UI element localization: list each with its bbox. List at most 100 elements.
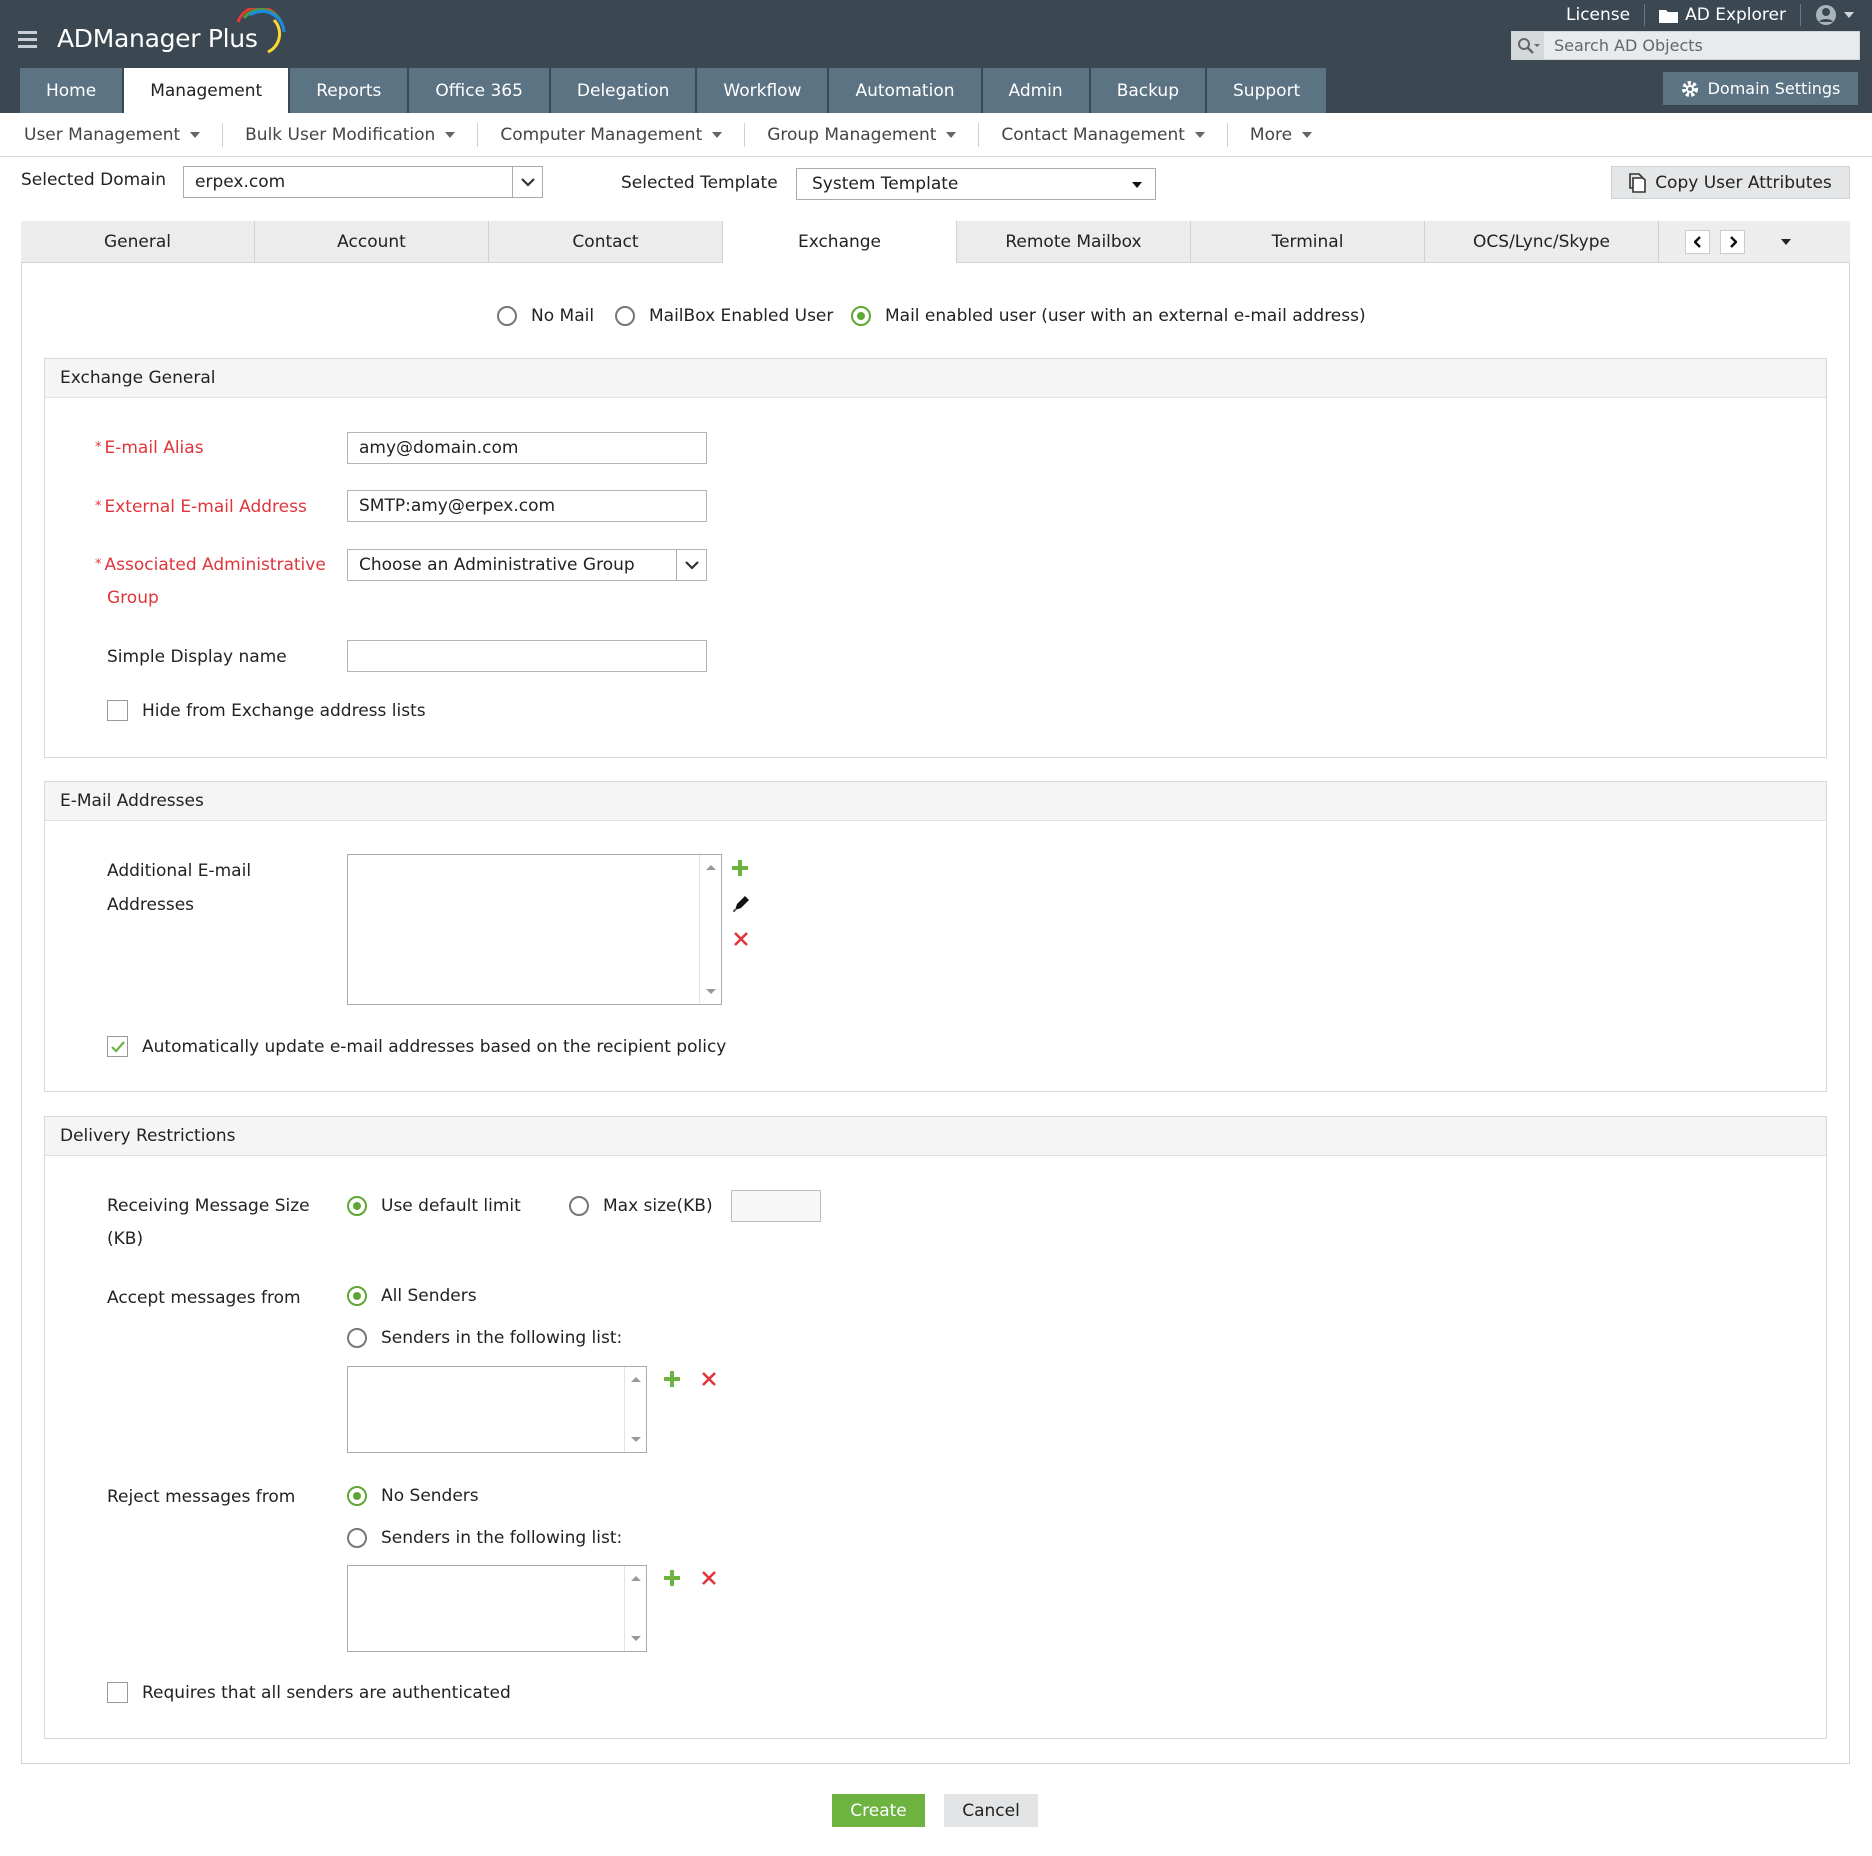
copy-icon [1629, 172, 1646, 193]
tab-exchange[interactable]: Exchange [723, 221, 957, 263]
chevron-down-icon [946, 131, 957, 138]
divider [744, 122, 746, 147]
chevron-down-icon [190, 131, 201, 138]
delete-icon[interactable] [699, 1369, 719, 1389]
subnav-group-management[interactable]: Group Management [767, 125, 957, 145]
add-icon[interactable] [730, 858, 750, 878]
scroll-up-icon[interactable] [706, 865, 716, 870]
admin-group-select[interactable]: Choose an Administrative Group [347, 549, 707, 581]
checkbox[interactable] [107, 1036, 128, 1057]
subnav-label: More [1249, 124, 1293, 145]
radio-all-senders[interactable]: All Senders [347, 1286, 477, 1306]
ad-explorer-link[interactable]: AD Explorer [1659, 5, 1786, 25]
add-icon[interactable] [662, 1369, 682, 1389]
checkbox[interactable] [107, 700, 128, 721]
nav-tab-management[interactable]: Management [124, 68, 289, 113]
require-authenticated-senders[interactable]: Requires that all senders are authentica… [107, 1682, 511, 1703]
scroll-down-icon[interactable] [631, 1636, 641, 1641]
chevron-left-icon[interactable] [1685, 229, 1710, 254]
nav-tab-workflow[interactable]: Workflow [697, 68, 828, 113]
subnav-more[interactable]: More [1249, 124, 1313, 145]
delete-icon[interactable] [699, 1568, 719, 1588]
tab-terminal[interactable]: Terminal [1191, 221, 1425, 262]
external-email-input[interactable]: SMTP:amy@erpex.com [347, 490, 707, 522]
radio-no-senders[interactable]: No Senders [347, 1486, 479, 1506]
cancel-button[interactable]: Cancel [944, 1794, 1038, 1827]
domain-settings-button[interactable]: Domain Settings [1663, 72, 1858, 105]
radio-mailbox-enabled[interactable]: MailBox Enabled User [615, 306, 833, 326]
tab-overflow-icon[interactable] [1781, 238, 1791, 245]
copy-user-attributes-button[interactable]: Copy User Attributes [1611, 166, 1850, 199]
subnav-contact-management[interactable]: Contact Management [1001, 125, 1205, 145]
nav-tab-admin[interactable]: Admin [982, 68, 1089, 113]
radio-max-size[interactable]: Max size(KB) [569, 1196, 713, 1216]
scroll-down-icon[interactable] [631, 1437, 641, 1442]
tab-ocs-lync-skype[interactable]: OCS/Lync/Skype [1425, 221, 1659, 262]
radio-circle[interactable] [347, 1286, 367, 1306]
chevron-down-icon [445, 131, 456, 138]
radio-circle[interactable] [347, 1486, 367, 1506]
additional-email-label-line2: Addresses [107, 895, 195, 915]
radio-circle[interactable] [615, 306, 635, 326]
scrollbar[interactable] [699, 855, 721, 1004]
add-icon[interactable] [662, 1568, 682, 1588]
menu-icon[interactable] [18, 31, 37, 49]
tab-account[interactable]: Account [255, 221, 489, 262]
license-link[interactable]: License [1566, 5, 1630, 25]
nav-tab-home[interactable]: Home [20, 68, 123, 113]
logo-arc-icon [236, 8, 286, 54]
radio-circle[interactable] [347, 1328, 367, 1348]
create-button[interactable]: Create [832, 1794, 925, 1827]
radio-use-default-limit[interactable]: Use default limit [347, 1196, 521, 1216]
accept-senders-list[interactable] [347, 1366, 647, 1453]
scroll-up-icon[interactable] [631, 1576, 641, 1581]
email-alias-input[interactable]: amy@domain.com [347, 432, 707, 464]
radio-circle[interactable] [347, 1528, 367, 1548]
chevron-down-icon[interactable] [676, 550, 706, 580]
nav-tab-delegation[interactable]: Delegation [550, 68, 696, 113]
scrollbar[interactable] [624, 1566, 646, 1651]
scroll-up-icon[interactable] [631, 1377, 641, 1382]
delete-icon[interactable] [731, 929, 751, 949]
nav-tab-support[interactable]: Support [1207, 68, 1327, 113]
scroll-down-icon[interactable] [706, 989, 716, 994]
nav-tab-office-365[interactable]: Office 365 [409, 68, 549, 113]
nav-tab-backup[interactable]: Backup [1090, 68, 1206, 113]
radio-reject-senders-list[interactable]: Senders in the following list: [347, 1528, 622, 1548]
search-input[interactable] [1554, 35, 1854, 56]
user-menu[interactable] [1815, 4, 1854, 26]
subnav-bulk-user-modification[interactable]: Bulk User Modification [245, 125, 456, 145]
domain-select[interactable]: erpex.com [183, 166, 543, 198]
search-icon[interactable] [1512, 32, 1544, 59]
chevron-right-icon[interactable] [1720, 229, 1745, 254]
tab-general[interactable]: General [21, 221, 255, 262]
app-logo[interactable]: ADManager Plus [57, 24, 258, 53]
radio-circle[interactable] [851, 306, 871, 326]
tab-contact[interactable]: Contact [489, 221, 723, 262]
checkbox[interactable] [107, 1682, 128, 1703]
template-select[interactable]: System Template [796, 168, 1156, 200]
edit-icon[interactable] [731, 894, 751, 914]
subnav-user-management[interactable]: User Management [24, 125, 201, 145]
max-size-input[interactable] [731, 1190, 821, 1222]
auto-update-email-addresses[interactable]: Automatically update e-mail addresses ba… [107, 1036, 726, 1057]
reject-senders-list[interactable] [347, 1565, 647, 1652]
radio-label: No Senders [381, 1486, 479, 1506]
radio-mail-enabled[interactable]: Mail enabled user (user with an external… [851, 306, 1366, 326]
radio-circle[interactable] [347, 1196, 367, 1216]
radio-no-mail[interactable]: No Mail [497, 306, 594, 326]
chevron-down-icon[interactable] [512, 167, 542, 197]
radio-accept-senders-list[interactable]: Senders in the following list: [347, 1328, 622, 1348]
radio-label: Senders in the following list: [381, 1328, 623, 1348]
radio-circle[interactable] [497, 306, 517, 326]
additional-email-list[interactable] [347, 854, 722, 1005]
scrollbar[interactable] [624, 1367, 646, 1452]
nav-tab-automation[interactable]: Automation [829, 68, 981, 113]
subnav-computer-management[interactable]: Computer Management [500, 125, 723, 145]
receiving-size-label-line2: (KB) [107, 1229, 144, 1249]
nav-tab-reports[interactable]: Reports [290, 68, 408, 113]
tab-remote-mailbox[interactable]: Remote Mailbox [957, 221, 1191, 262]
hide-from-address-lists[interactable]: Hide from Exchange address lists [107, 700, 426, 721]
display-name-input[interactable] [347, 640, 707, 672]
radio-circle[interactable] [569, 1196, 589, 1216]
